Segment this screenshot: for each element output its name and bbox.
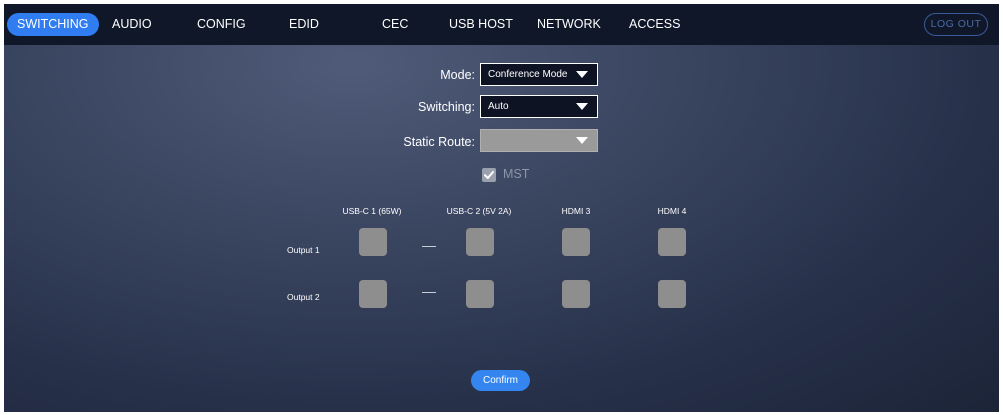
app-frame: SWITCHING AUDIO CONFIG EDID CEC USB HOST… — [4, 4, 999, 412]
row-label-output-1: Output 1 — [287, 245, 320, 255]
top-nav: SWITCHING AUDIO CONFIG EDID CEC USB HOST… — [4, 4, 999, 45]
chevron-down-icon — [576, 71, 588, 78]
static-route-label: Static Route: — [403, 135, 475, 149]
static-route-select[interactable] — [480, 129, 598, 152]
confirm-button[interactable]: Confirm — [471, 370, 530, 391]
tab-cec[interactable]: CEC — [382, 13, 408, 36]
mode-select[interactable]: Conference Mode — [480, 63, 598, 86]
route-cell-output1-hdmi3[interactable] — [562, 228, 590, 256]
route-cell-output2-usbc2[interactable] — [466, 280, 494, 308]
tab-usb-host[interactable]: USB HOST — [449, 13, 513, 36]
tab-edid[interactable]: EDID — [289, 13, 319, 36]
route-cell-output1-usbc1[interactable] — [359, 228, 387, 256]
route-cell-output1-hdmi4[interactable] — [658, 228, 686, 256]
column-header: HDMI 4 — [657, 206, 687, 216]
mst-label: MST — [503, 167, 530, 181]
switching-select-value: Auto — [488, 101, 509, 112]
mode-label: Mode: — [440, 68, 475, 82]
row-label-output-2: Output 2 — [287, 292, 320, 302]
check-icon — [484, 171, 494, 179]
tab-switching[interactable]: SWITCHING — [7, 13, 99, 36]
mode-select-value: Conference Mode — [488, 69, 568, 80]
column-header: USB-C 1 (65W) — [342, 206, 402, 216]
tab-access[interactable]: ACCESS — [629, 13, 680, 36]
route-cell-output2-usbc1[interactable] — [359, 280, 387, 308]
tab-config[interactable]: CONFIG — [197, 13, 246, 36]
separator-dash — [422, 246, 436, 247]
route-cell-output2-hdmi4[interactable] — [658, 280, 686, 308]
chevron-down-icon — [576, 137, 588, 144]
column-header: USB-C 2 (5V 2A) — [446, 206, 512, 216]
tab-network[interactable]: NETWORK — [537, 13, 601, 36]
separator-dash — [422, 292, 436, 293]
switching-select[interactable]: Auto — [480, 95, 598, 118]
switching-label: Switching: — [418, 100, 475, 114]
column-header: HDMI 3 — [561, 206, 591, 216]
tab-audio[interactable]: AUDIO — [112, 13, 152, 36]
mst-checkbox[interactable] — [482, 168, 496, 182]
route-cell-output1-usbc2[interactable] — [466, 228, 494, 256]
route-cell-output2-hdmi3[interactable] — [562, 280, 590, 308]
chevron-down-icon — [576, 103, 588, 110]
logout-button[interactable]: LOG OUT — [924, 13, 988, 36]
